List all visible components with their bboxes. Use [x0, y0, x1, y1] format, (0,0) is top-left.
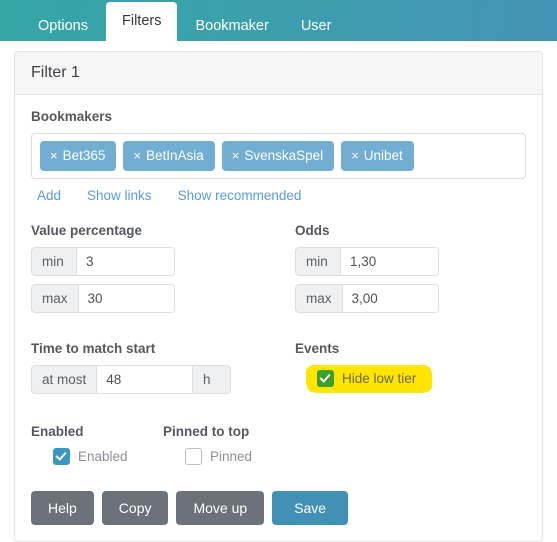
remove-icon[interactable]: ×	[232, 149, 240, 162]
pinned-checkbox[interactable]	[185, 448, 202, 465]
pinned-checkbox-label: Pinned	[210, 449, 253, 464]
bookmaker-tag-label: BetInAsia	[145, 148, 204, 163]
time-to-match-start-label: Time to match start	[31, 341, 156, 356]
time-to-match-start-group: Time to match start at most h	[31, 341, 295, 402]
panel-title: Filter 1	[15, 52, 542, 95]
bookmaker-tag-label: Bet365	[62, 148, 106, 163]
bookmaker-tag-label: SvenskaSpel	[244, 148, 324, 163]
bookmaker-tag[interactable]: × SvenskaSpel	[221, 141, 335, 171]
time-to-match-start-input[interactable]	[97, 365, 193, 394]
remove-icon[interactable]: ×	[133, 149, 141, 162]
panel-body: Bookmakers × Bet365 × BetInAsia × Svensk…	[15, 95, 542, 541]
panel-wrapper: Filter 1 Bookmakers × Bet365 × BetInAsia…	[0, 41, 557, 542]
pinned-checkbox-row[interactable]: Pinned	[185, 448, 295, 465]
odds-label: Odds	[295, 223, 330, 238]
value-percentage-label: Value percentage	[31, 223, 143, 238]
bookmakers-tag-input[interactable]: × Bet365 × BetInAsia × SvenskaSpel × Uni…	[31, 133, 526, 179]
hours-addon: h	[193, 365, 231, 394]
odds-min-group: min	[295, 247, 439, 276]
value-percentage-min-input[interactable]	[77, 247, 175, 276]
min-addon: min	[31, 247, 77, 276]
action-buttons: Help Copy Move up Save	[31, 491, 526, 525]
bookmakers-label: Bookmakers	[31, 109, 113, 124]
copy-button[interactable]: Copy	[101, 491, 169, 525]
time-events-row: Time to match start at most h Events Hid…	[31, 341, 526, 402]
odds-group: Odds min max	[295, 223, 526, 321]
show-recommended-link[interactable]: Show recommended	[178, 188, 302, 203]
tab-user[interactable]: User	[287, 11, 346, 41]
pinned-group: Pinned to top Pinned	[163, 424, 295, 465]
value-percentage-max-input[interactable]	[78, 284, 175, 313]
hide-low-tier-highlight[interactable]: Hide low tier	[308, 365, 431, 392]
value-percentage-max-group: max	[31, 284, 175, 313]
max-addon: max	[31, 284, 79, 313]
enabled-group: Enabled Enabled	[31, 424, 163, 465]
tab-options[interactable]: Options	[24, 11, 102, 41]
tab-bar: Options Filters Bookmaker User	[0, 0, 557, 41]
bookmaker-tag[interactable]: × BetInAsia	[123, 141, 215, 171]
bookmaker-tag-label: Unibet	[363, 148, 403, 163]
filter-panel: Filter 1 Bookmakers × Bet365 × BetInAsia…	[14, 51, 543, 542]
move-up-button[interactable]: Move up	[176, 491, 265, 525]
tab-filters[interactable]: Filters	[105, 2, 178, 41]
value-odds-row: Value percentage min max Odds min	[31, 223, 526, 321]
hide-low-tier-label: Hide low tier	[342, 371, 417, 386]
min-addon: min	[295, 247, 341, 276]
value-percentage-group: Value percentage min max	[31, 223, 295, 321]
max-addon: max	[295, 284, 343, 313]
bookmaker-tag[interactable]: × Unibet	[341, 141, 414, 171]
add-link[interactable]: Add	[37, 188, 61, 203]
tab-bookmaker[interactable]: Bookmaker	[181, 11, 282, 41]
help-button[interactable]: Help	[31, 491, 94, 525]
events-label: Events	[295, 341, 340, 356]
bookmaker-links: Add Show links Show recommended	[37, 188, 526, 203]
enabled-pinned-row: Enabled Enabled Pinned to top Pinned	[31, 424, 526, 465]
enabled-checkbox[interactable]	[53, 448, 70, 465]
show-links-link[interactable]: Show links	[87, 188, 152, 203]
save-button[interactable]: Save	[272, 491, 349, 525]
enabled-checkbox-row[interactable]: Enabled	[53, 448, 163, 465]
enabled-label: Enabled	[31, 424, 84, 439]
remove-icon[interactable]: ×	[50, 149, 58, 162]
odds-min-input[interactable]	[341, 247, 439, 276]
time-to-match-start-input-group: at most h	[31, 365, 231, 394]
odds-max-input[interactable]	[342, 284, 439, 313]
hide-low-tier-checkbox[interactable]	[317, 370, 334, 387]
events-group: Events Hide low tier	[295, 341, 526, 402]
value-percentage-min-group: min	[31, 247, 175, 276]
enabled-checkbox-label: Enabled	[78, 449, 128, 464]
bookmaker-tag[interactable]: × Bet365	[40, 141, 117, 171]
odds-max-group: max	[295, 284, 439, 313]
pinned-to-top-label: Pinned to top	[163, 424, 250, 439]
remove-icon[interactable]: ×	[351, 149, 359, 162]
at-most-addon: at most	[31, 365, 98, 394]
